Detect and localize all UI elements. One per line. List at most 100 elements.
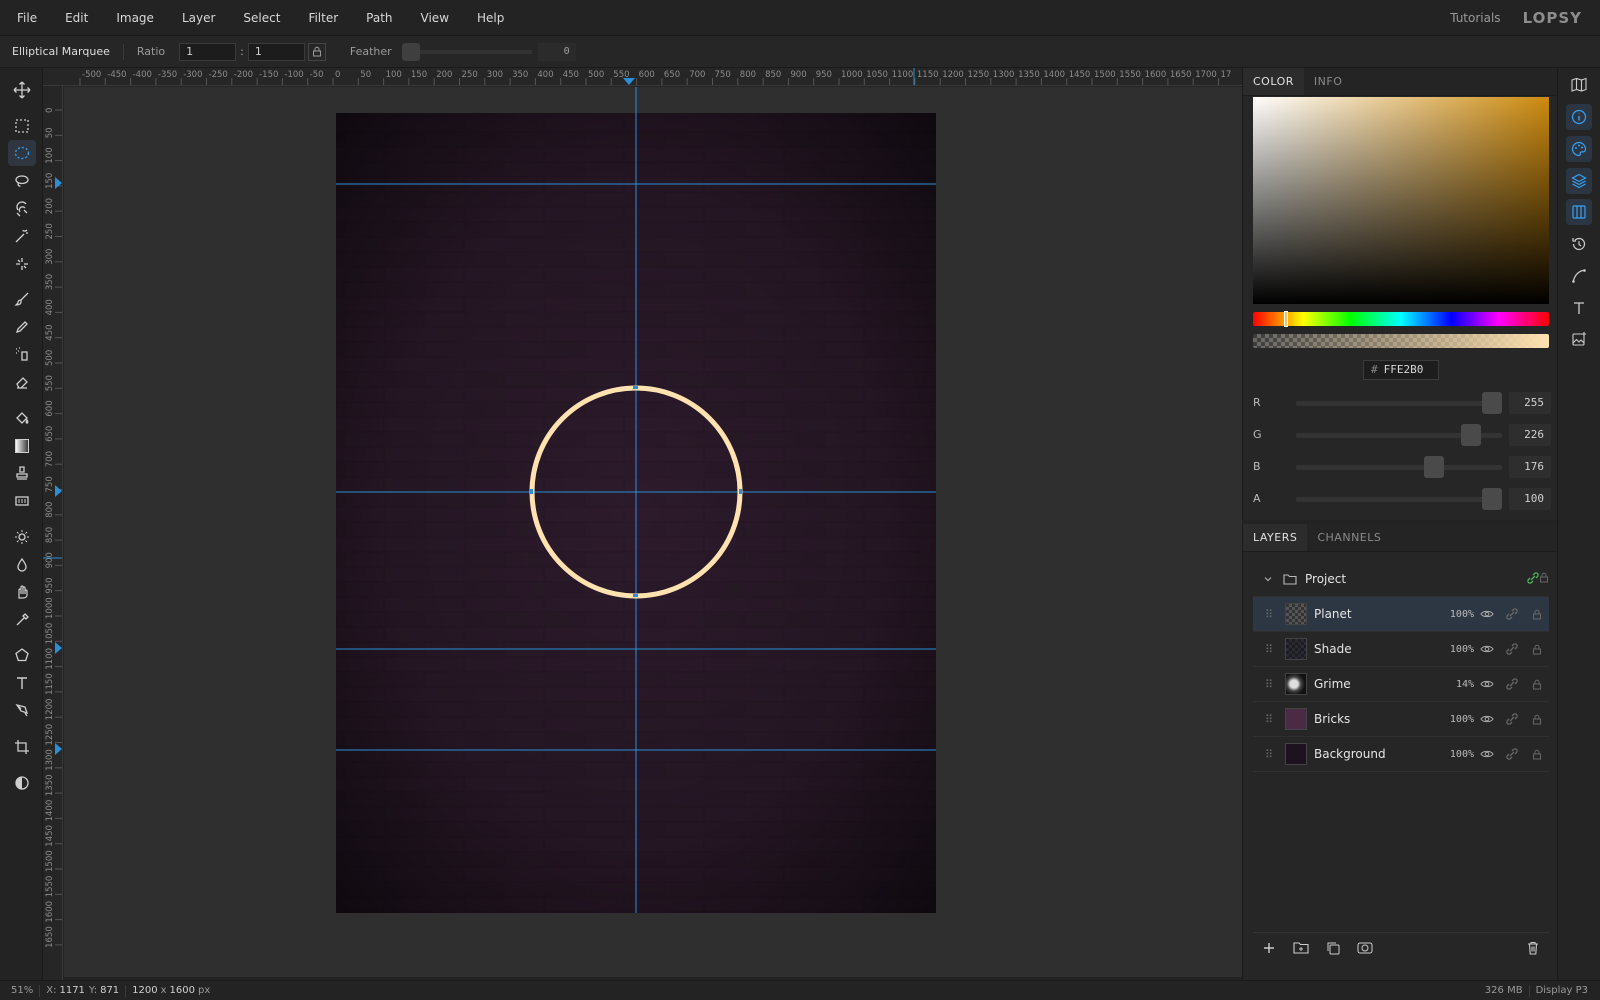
layer-visibility-button[interactable] (1474, 609, 1499, 619)
guide-marker[interactable] (55, 743, 62, 755)
red-track[interactable] (1296, 392, 1502, 414)
guide-marker[interactable] (623, 78, 635, 85)
layer-link-button[interactable] (1499, 713, 1524, 725)
alpha-thumb[interactable] (1482, 488, 1502, 510)
canvas-workspace[interactable] (64, 87, 1242, 977)
dodge-tool[interactable] (8, 524, 36, 550)
group-link-button[interactable] (1527, 571, 1539, 587)
layer-row-background[interactable]: ⠿ Background 100% (1253, 737, 1549, 772)
drag-handle-icon[interactable]: ⠿ (1265, 713, 1279, 726)
stamp-tool[interactable] (8, 460, 36, 486)
menu-view[interactable]: View (405, 11, 461, 25)
layer-lock-button[interactable] (1524, 644, 1549, 655)
smudge-tool[interactable] (8, 579, 36, 605)
menu-path[interactable]: Path (350, 11, 404, 25)
drag-handle-icon[interactable]: ⠿ (1265, 643, 1279, 656)
ratio-width-input[interactable]: 1 (179, 42, 237, 61)
layer-row-grime[interactable]: ⠿ Grime 14% (1253, 667, 1549, 702)
mask-button[interactable] (1349, 933, 1381, 963)
menu-help[interactable]: Help (461, 11, 516, 25)
layer-visibility-button[interactable] (1474, 749, 1499, 759)
tab-color[interactable]: COLOR (1243, 68, 1304, 95)
green-track[interactable] (1296, 424, 1502, 446)
move-tool[interactable] (8, 77, 36, 103)
ruler-top[interactable]: -500 -450 -400 -350 -300 -250 -200 -150 -100 -50 0… (43, 68, 1242, 86)
alpha-value[interactable]: 100 (1509, 488, 1551, 510)
red-value[interactable]: 255 (1509, 392, 1551, 414)
layer-row-planet[interactable]: ⠿ Planet 100% (1253, 597, 1549, 632)
layer-link-button[interactable] (1499, 608, 1524, 620)
paths-button[interactable] (1566, 263, 1592, 289)
alpha-slider[interactable] (1253, 334, 1549, 348)
hex-input[interactable]: # FFE2B0 (1363, 360, 1439, 380)
layer-lock-button[interactable] (1524, 714, 1549, 725)
ratio-height-input[interactable]: 1 (247, 42, 305, 61)
layers-button[interactable] (1566, 168, 1592, 194)
quick-select-tool[interactable] (8, 251, 36, 277)
layer-row-bricks[interactable]: ⠿ Bricks 100% (1253, 702, 1549, 737)
ellipse-marquee-tool[interactable] (8, 140, 36, 166)
green-thumb[interactable] (1461, 424, 1481, 446)
crop-tool[interactable] (8, 734, 36, 760)
new-layer-button[interactable] (1253, 933, 1285, 963)
color-button[interactable] (1566, 136, 1592, 162)
tutorials-link[interactable]: Tutorials (1450, 11, 1500, 25)
contrast-tool[interactable] (8, 770, 36, 796)
image-button[interactable] (1566, 326, 1592, 352)
document-canvas[interactable] (64, 87, 1242, 977)
bucket-tool[interactable] (8, 405, 36, 431)
blue-value[interactable]: 176 (1509, 456, 1551, 478)
red-thumb[interactable] (1482, 392, 1502, 414)
menu-select[interactable]: Select (227, 11, 292, 25)
drag-handle-icon[interactable]: ⠿ (1265, 608, 1279, 621)
ruler-left[interactable]: 0 50 100 150 200 250 300 350 400 450 500 550 600 650 7… (43, 86, 63, 980)
layer-visibility-button[interactable] (1474, 714, 1499, 724)
blur-tool[interactable] (8, 552, 36, 578)
pattern-tool[interactable] (8, 488, 36, 514)
layer-link-button[interactable] (1499, 678, 1524, 690)
pencil-tool[interactable] (8, 314, 36, 340)
layer-link-button[interactable] (1499, 748, 1524, 760)
menu-file[interactable]: File (0, 11, 49, 25)
hue-slider[interactable] (1253, 311, 1549, 327)
magnetic-lasso-tool[interactable] (8, 196, 36, 222)
navigator-button[interactable] (1566, 72, 1592, 98)
spray-tool[interactable] (8, 341, 36, 367)
feather-slider[interactable] (401, 42, 532, 61)
tab-channels[interactable]: CHANNELS (1307, 524, 1391, 551)
menu-filter[interactable]: Filter (292, 11, 350, 25)
layer-lock-button[interactable] (1524, 609, 1549, 620)
blue-track[interactable] (1296, 456, 1502, 478)
tab-info[interactable]: INFO (1304, 68, 1352, 95)
delete-layer-button[interactable] (1517, 933, 1549, 963)
new-group-button[interactable] (1285, 933, 1317, 963)
layer-link-button[interactable] (1499, 643, 1524, 655)
history-button[interactable] (1566, 231, 1592, 257)
layer-lock-button[interactable] (1524, 679, 1549, 690)
guide-marker[interactable] (55, 177, 62, 189)
hue-thumb[interactable] (1284, 311, 1288, 327)
shape-tool[interactable] (8, 642, 36, 668)
drag-handle-icon[interactable]: ⠿ (1265, 678, 1279, 691)
alpha-track[interactable] (1296, 488, 1502, 510)
menu-layer[interactable]: Layer (166, 11, 227, 25)
rect-marquee-tool[interactable] (8, 113, 36, 139)
layer-group-project[interactable]: Project (1253, 562, 1549, 597)
saturation-value-picker[interactable] (1253, 97, 1549, 304)
channels-button[interactable] (1566, 199, 1592, 225)
color-profile[interactable]: Display P3 (1536, 985, 1588, 996)
layer-row-shade[interactable]: ⠿ Shade 100% (1253, 632, 1549, 667)
group-toggle[interactable] (1263, 574, 1277, 584)
magic-wand-tool[interactable] (8, 223, 36, 249)
info-button[interactable] (1566, 104, 1592, 130)
group-lock-button[interactable] (1539, 572, 1549, 586)
tab-layers[interactable]: LAYERS (1243, 524, 1308, 551)
drag-handle-icon[interactable]: ⠿ (1265, 748, 1279, 761)
menu-image[interactable]: Image (100, 11, 166, 25)
layer-lock-button[interactable] (1524, 749, 1549, 760)
green-value[interactable]: 226 (1509, 424, 1551, 446)
brush-tool[interactable] (8, 286, 36, 312)
character-button[interactable] (1566, 295, 1592, 321)
layer-visibility-button[interactable] (1474, 679, 1499, 689)
guide-marker[interactable] (55, 642, 62, 654)
